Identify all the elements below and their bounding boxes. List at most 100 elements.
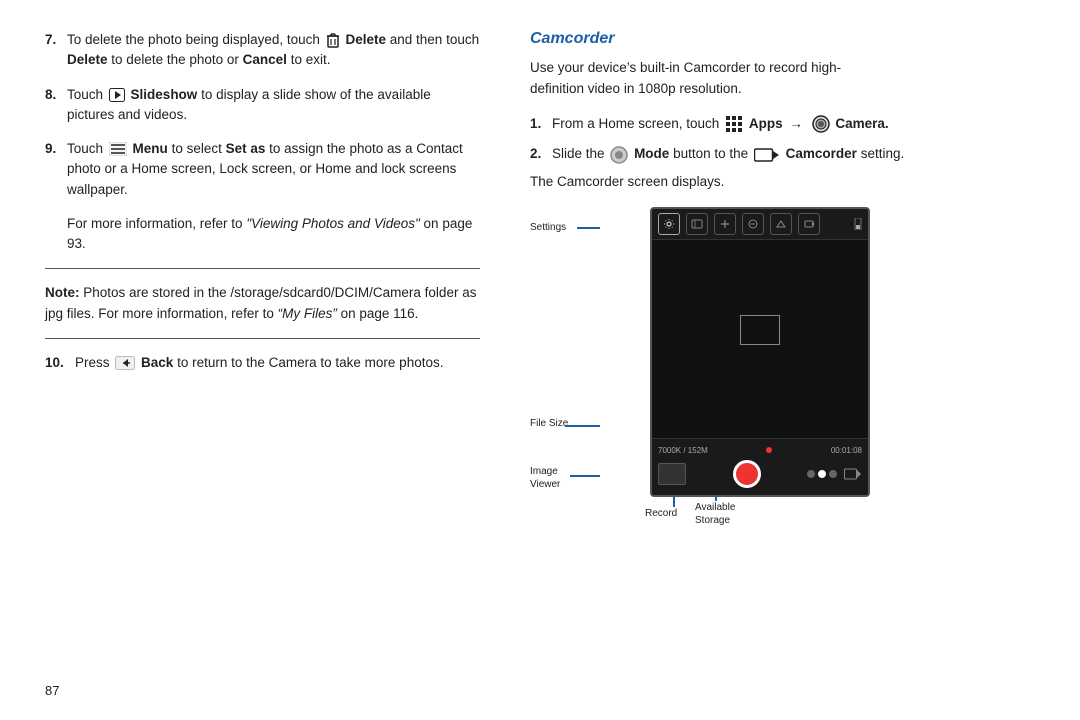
- controls-row: [658, 457, 862, 491]
- image-viewer-label: ImageViewer: [530, 465, 560, 491]
- cam-step-content-1: From a Home screen, touch Apps →: [552, 114, 1050, 134]
- camcorder-mode-icon: [754, 147, 780, 163]
- icon-btn-2[interactable]: [686, 213, 708, 235]
- play-icon: [109, 88, 125, 102]
- mode-slider-icon: [610, 146, 628, 164]
- mode-dot-2: [818, 470, 826, 478]
- file-size-value: 7000K / 152M: [658, 446, 708, 455]
- step9-bold-setas: Set as: [226, 141, 266, 156]
- cam-step2-camcorder: Camcorder: [786, 146, 857, 161]
- step-content-8: Touch Slideshow to display a slide show …: [67, 85, 480, 126]
- record-button[interactable]: [733, 460, 761, 488]
- cam-step1-arrow: →: [789, 116, 803, 131]
- menu-icon: [109, 142, 127, 156]
- mode-dot-1: [807, 470, 815, 478]
- step7-text-or: to delete the photo or: [111, 52, 242, 67]
- viewing-ref-text1: For more information, refer to: [67, 216, 246, 231]
- phone-screen: 7000K / 152M 00:01:08: [650, 207, 870, 497]
- storage-indicator-icon: [854, 218, 862, 230]
- step7-bold-delete2: Delete: [67, 52, 108, 67]
- cam-step1-camera: Camera.: [835, 116, 888, 131]
- step9-text-select: to select: [172, 141, 226, 156]
- cam-step-num-1: 1.: [530, 114, 552, 134]
- step-number-10: 10.: [45, 353, 75, 373]
- right-column: Camcorder Use your device’s built-in Cam…: [510, 0, 1080, 720]
- mode-dots: [807, 468, 862, 480]
- record-label: Record: [645, 507, 677, 520]
- page-number: 87: [45, 683, 59, 698]
- camcorder-title: Camcorder: [530, 30, 1050, 48]
- step10-bold-back: Back: [141, 355, 173, 370]
- available-storage-label: AvailableStorage: [695, 501, 735, 527]
- step8-text-before: Touch: [67, 87, 107, 102]
- cam-step-2: 2. Slide the Mode button to the Camcorde…: [530, 144, 1050, 164]
- step-content-10: Press Back to return to the Camera to ta…: [75, 353, 480, 373]
- cam-step1-apps: Apps: [749, 116, 783, 131]
- file-size-line: [565, 425, 600, 427]
- note-italic: “My Files”: [278, 306, 337, 321]
- cam-step2-mode: Mode: [634, 146, 669, 161]
- rec-dot: [766, 447, 772, 453]
- note-text2: on page 116.: [341, 306, 419, 321]
- trash-icon: [326, 32, 340, 48]
- icon-btn-6[interactable]: [798, 213, 820, 235]
- elapsed-value: 00:01:08: [831, 446, 862, 455]
- step-7: 7. To delete the photo being displayed, …: [45, 30, 480, 71]
- step-content-9: Touch Menu to select Set as to assign th…: [67, 139, 480, 200]
- step-number-7: 7.: [45, 30, 67, 71]
- divider-1: [45, 268, 480, 269]
- viewing-ref-italic: "Viewing Photos and Videos": [246, 216, 419, 231]
- intro-line2: definition video in 1080p resolution.: [530, 81, 742, 96]
- mode-dot-3: [829, 470, 837, 478]
- step-9: 9. Touch Menu to select Set as to assign…: [45, 139, 480, 200]
- mode-camcorder-icon: [844, 468, 862, 480]
- step7-text-before: To delete the photo being displayed, tou…: [67, 32, 324, 47]
- icon-btn-3[interactable]: [714, 213, 736, 235]
- cam-step2-text-mid: button to the: [673, 146, 752, 161]
- icon-btn-5[interactable]: [770, 213, 792, 235]
- step8-bold-slideshow: Slideshow: [131, 87, 198, 102]
- step-10: 10. Press Back to return to the Camera t…: [45, 353, 480, 373]
- diagram-container: Settings File Size ImageViewer Record Av…: [530, 197, 930, 527]
- screen-top-bar: [652, 209, 868, 240]
- step10-text-after: to return to the Camera to take more pho…: [177, 355, 443, 370]
- note-label: Note:: [45, 285, 80, 300]
- viewing-photos-ref: For more information, refer to "Viewing …: [67, 214, 480, 255]
- screen-bottom-bar: 7000K / 152M 00:01:08: [652, 438, 868, 495]
- step-content-7: To delete the photo being displayed, tou…: [67, 30, 480, 71]
- step10-text-press: Press: [75, 355, 113, 370]
- camera-lens-icon: [812, 115, 830, 133]
- step7-bold-delete: Delete: [345, 32, 386, 47]
- note-block: Note: Photos are stored in the /storage/…: [45, 283, 480, 324]
- viewfinder-rect: [740, 315, 780, 345]
- image-viewer-line: [570, 475, 600, 477]
- info-row: 7000K / 152M 00:01:08: [658, 443, 862, 457]
- intro-line1: Use your device’s built-in Camcorder to …: [530, 60, 841, 75]
- rec-indicator: [764, 445, 774, 455]
- file-size-label: File Size: [530, 417, 568, 430]
- icon-btn-4[interactable]: [742, 213, 764, 235]
- step-8: 8. Touch Slideshow to display a slide sh…: [45, 85, 480, 126]
- cam-step-content-2: Slide the Mode button to the Camcorder s…: [552, 144, 1050, 164]
- step9-text-before: Touch: [67, 141, 107, 156]
- cam-step2-text-before: Slide the: [552, 146, 608, 161]
- settings-line: [577, 227, 600, 229]
- back-icon: [115, 356, 135, 370]
- cam-step-num-2: 2.: [530, 144, 552, 164]
- screen-displays-text: The Camcorder screen displays.: [530, 174, 1050, 189]
- settings-label: Settings: [530, 221, 566, 234]
- viewfinder-area: [652, 240, 868, 420]
- step-number-9: 9.: [45, 139, 67, 200]
- step9-bold-menu: Menu: [133, 141, 168, 156]
- thumbnail-box[interactable]: [658, 463, 686, 485]
- camcorder-intro: Use your device’s built-in Camcorder to …: [530, 58, 1050, 100]
- step7-text-and: and then touch: [390, 32, 479, 47]
- step-number-8: 8.: [45, 85, 67, 126]
- divider-2: [45, 338, 480, 339]
- apps-grid-icon: [725, 115, 743, 133]
- cam-step1-text: From a Home screen, touch: [552, 116, 723, 131]
- cam-step2-text-after: setting.: [861, 146, 905, 161]
- step7-text-exit: to exit.: [291, 52, 331, 67]
- cam-step-1: 1. From a Home screen, touch Apps →: [530, 114, 1050, 134]
- settings-icon-btn[interactable]: [658, 213, 680, 235]
